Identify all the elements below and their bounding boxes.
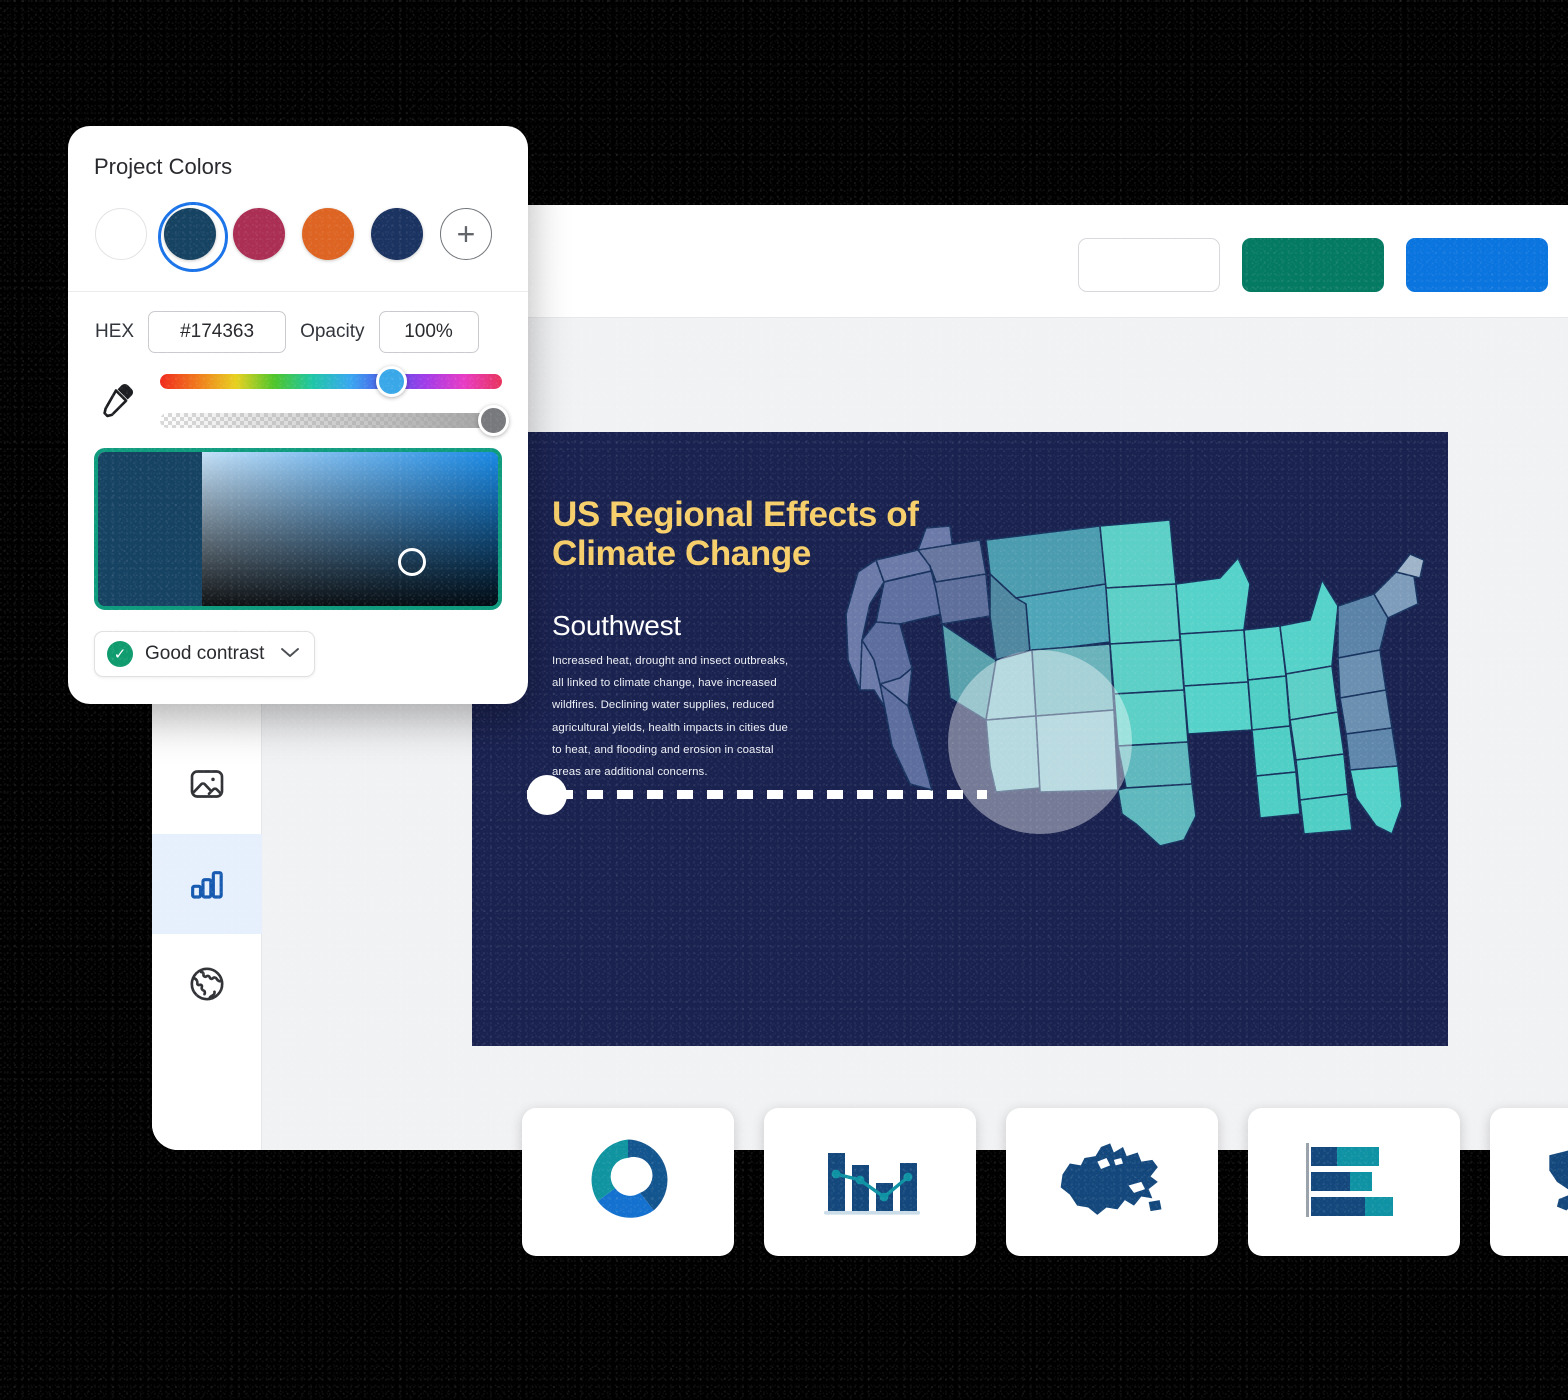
- check-circle-icon: ✓: [107, 641, 133, 667]
- canada-map-icon: [1056, 1136, 1168, 1229]
- saturation-value-knob[interactable]: [398, 548, 426, 576]
- add-swatch-button[interactable]: +: [440, 208, 492, 260]
- bar-line-chart-icon: [820, 1139, 920, 1226]
- bar-chart-icon: [187, 864, 227, 904]
- globe-icon: [187, 964, 227, 1004]
- swatch-orange-wrap[interactable]: [302, 208, 354, 260]
- slide-body-text: Increased heat, drought and insect outbr…: [552, 655, 789, 779]
- swatch-magenta-wrap[interactable]: [233, 208, 285, 260]
- swatch-teal-navy-wrap[interactable]: [158, 202, 228, 272]
- thumbnail-canada-map[interactable]: [1006, 1108, 1218, 1256]
- contrast-status-chip[interactable]: ✓ Good contrast: [94, 631, 316, 677]
- header-button-ghost[interactable]: [1078, 238, 1220, 292]
- header-action-group: [1078, 238, 1548, 292]
- opacity-slider-knob[interactable]: [478, 405, 509, 436]
- thumbnail-us-map[interactable]: [1490, 1108, 1568, 1256]
- header-button-blue[interactable]: [1406, 238, 1548, 292]
- screenshot-stage: US Regional Effects of Climate Change So…: [0, 0, 1568, 1400]
- add-swatch-wrap[interactable]: +: [440, 208, 492, 260]
- callout-handle[interactable]: [527, 775, 567, 815]
- chart-thumbnail-strip: [522, 1108, 1568, 1256]
- us-map-icon: [1543, 1140, 1568, 1225]
- swatch-white[interactable]: [95, 208, 147, 260]
- swatch-magenta[interactable]: [233, 208, 285, 260]
- hex-label: HEX: [95, 321, 135, 342]
- us-states-map[interactable]: [840, 454, 1440, 854]
- swatch-orange[interactable]: [302, 208, 354, 260]
- slide-subtitle: Southwest: [552, 610, 681, 641]
- opacity-label: Opacity: [300, 321, 365, 342]
- saturation-value-field[interactable]: [94, 448, 502, 610]
- thumbnail-donut-chart[interactable]: [522, 1108, 734, 1256]
- eyedropper-icon[interactable]: [96, 379, 138, 426]
- opacity-slider[interactable]: [160, 413, 502, 428]
- swatch-white-wrap[interactable]: [95, 208, 147, 260]
- chevron-down-icon[interactable]: [280, 644, 300, 664]
- plus-icon: +: [456, 216, 476, 252]
- donut-chart-icon: [582, 1134, 674, 1231]
- thumbnail-stacked-bar-chart[interactable]: [1248, 1108, 1460, 1256]
- thumbnail-bar-line-chart[interactable]: [764, 1108, 976, 1256]
- swatch-navy[interactable]: [371, 208, 423, 260]
- hue-slider-knob[interactable]: [376, 366, 407, 397]
- project-color-swatches: +: [95, 202, 492, 272]
- image-icon: [187, 764, 227, 804]
- color-picker-panel: Project Colors + HEX #174363 Opacity 100…: [68, 126, 528, 704]
- swatch-teal-navy[interactable]: [164, 208, 216, 260]
- hue-slider[interactable]: [160, 374, 502, 389]
- opacity-input[interactable]: 100%: [378, 311, 479, 353]
- sidebar-item-maps[interactable]: [152, 934, 262, 1034]
- slide-canvas[interactable]: US Regional Effects of Climate Change So…: [472, 432, 1448, 1046]
- hex-input[interactable]: #174363: [148, 311, 287, 353]
- sidebar-item-charts[interactable]: [152, 834, 262, 934]
- stacked-bar-chart-icon: [1302, 1139, 1406, 1226]
- swatch-navy-wrap[interactable]: [371, 208, 423, 260]
- panel-divider: [68, 291, 528, 292]
- current-color-preview: [98, 452, 202, 606]
- sidebar-item-images[interactable]: [152, 734, 262, 834]
- hex-opacity-row: HEX #174363 Opacity 100%: [95, 311, 479, 353]
- southwest-highlight-circle: [948, 650, 1132, 834]
- header-button-teal[interactable]: [1242, 238, 1384, 292]
- panel-title: Project Colors: [94, 154, 233, 179]
- contrast-status-label: Good contrast: [145, 643, 265, 664]
